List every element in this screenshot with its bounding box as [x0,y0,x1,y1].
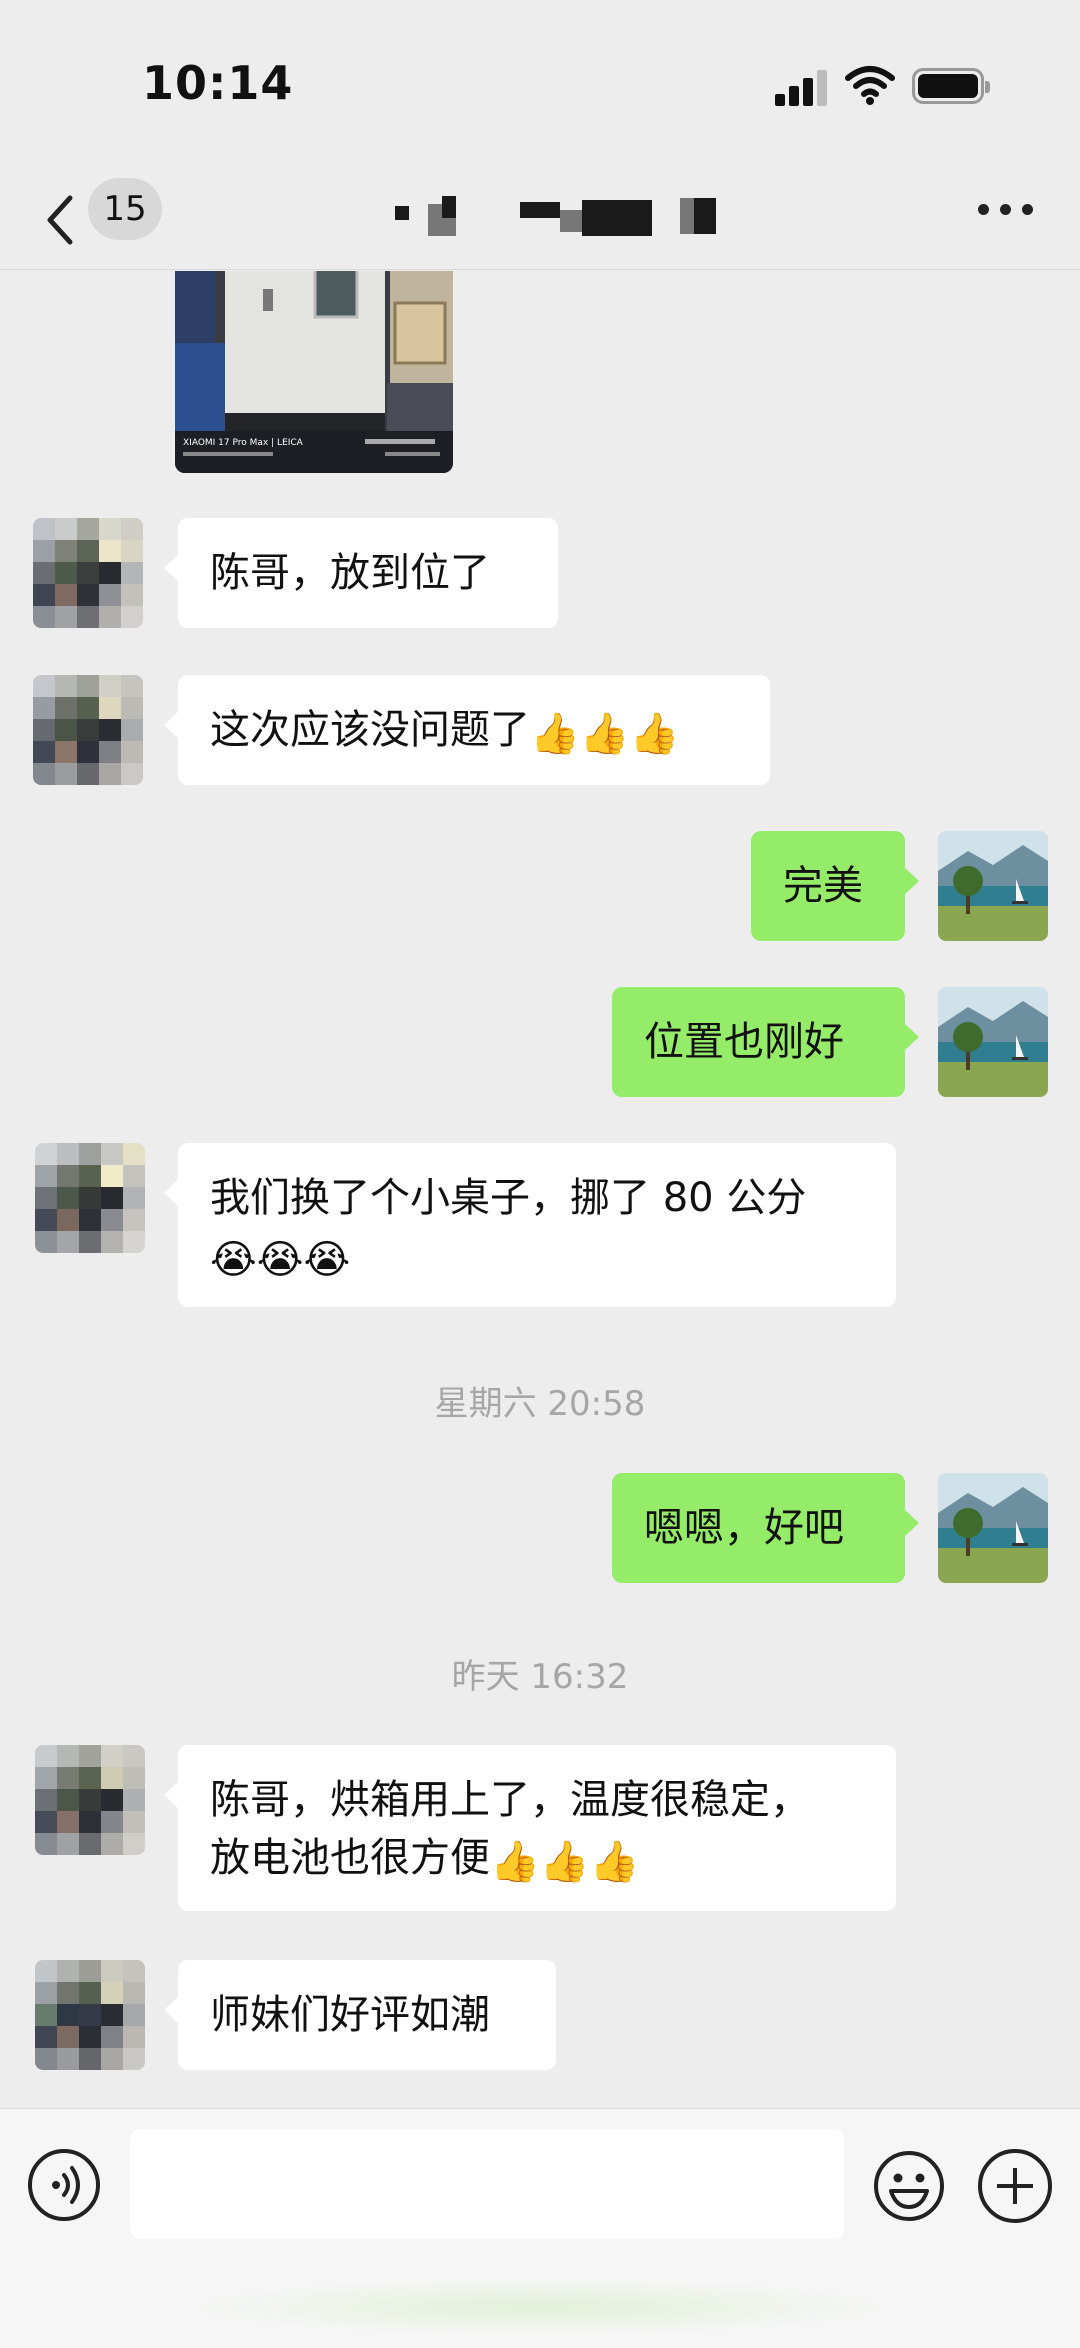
message-text: 师妹们好评如潮 [210,1992,490,2038]
message-text: 完美 [783,863,863,909]
message-text: 这次应该没问题了 [210,707,530,753]
incoming-message[interactable]: 我们换了个小桌子，挪了 80 公分 😭😭😭 [164,1143,896,1307]
contact-avatar[interactable] [35,1143,145,1253]
crying-face-emoji: 😭😭😭 [210,1237,351,1283]
my-avatar[interactable] [938,987,1048,1097]
contact-avatar[interactable] [35,1745,145,1855]
message-text: 我们换了个小桌子，挪了 80 公分 [210,1175,807,1221]
voice-icon[interactable] [28,2149,100,2221]
incoming-message[interactable]: 陈哥，放到位了 [164,518,558,628]
more-options-button[interactable] [978,200,1034,220]
incoming-message[interactable]: 陈哥，烘箱用上了，温度很稳定， 放电池也很方便👍👍👍 [164,1745,896,1911]
message-text: 陈哥，放到位了 [210,550,490,596]
thumbs-up-emoji: 👍👍👍 [490,1839,640,1885]
photo-oven: XIAOMI 17 Pro Max | LEICA [175,271,453,473]
outgoing-message[interactable]: 嗯嗯，好吧 [612,1473,919,1583]
chat-screen: 10:14 15 XIAOMI 17 Pro Max | LEICA 陈哥，放到… [0,0,1080,2348]
message-input[interactable] [130,2129,844,2239]
message-text: 位置也刚好 [644,1019,844,1065]
chevron-left-icon[interactable] [40,190,80,250]
cellular-signal-icon [775,70,829,106]
smiley-icon[interactable] [872,2149,946,2223]
incoming-message[interactable]: 这次应该没问题了👍👍👍 [164,675,770,785]
contact-avatar[interactable] [33,675,143,785]
message-text: 陈哥，烘箱用上了，温度很稳定， [210,1777,810,1823]
chat-title-redacted [390,196,730,236]
image-message[interactable]: XIAOMI 17 Pro Max | LEICA [175,271,453,473]
contact-avatar[interactable] [35,1960,145,2070]
image-watermark-text: XIAOMI 17 Pro Max | LEICA [183,438,304,448]
message-list[interactable]: XIAOMI 17 Pro Max | LEICA 陈哥，放到位了 这次应该没问… [0,271,1080,2108]
wifi-icon [845,66,895,105]
my-avatar[interactable] [938,1473,1048,1583]
input-bar [0,2108,1080,2348]
message-timestamp: 昨天 16:32 [451,1657,629,1697]
incoming-message[interactable]: 师妹们好评如潮 [164,1960,556,2070]
message-timestamp: 星期六 20:58 [434,1384,646,1424]
unread-count-badge[interactable]: 15 [88,178,162,240]
status-time: 10:14 [142,56,294,110]
status-bar: 10:14 [0,0,1080,170]
outgoing-message[interactable]: 位置也刚好 [612,987,919,1097]
battery-icon [912,68,990,104]
my-avatar[interactable] [938,831,1048,941]
contact-avatar[interactable] [33,518,143,628]
plus-icon[interactable] [978,2149,1052,2223]
home-indicator-area [180,2277,900,2337]
thumbs-up-emoji: 👍👍👍 [530,711,680,757]
message-text: 嗯嗯，好吧 [644,1505,844,1551]
outgoing-message[interactable]: 完美 [751,831,919,941]
message-text: 放电池也很方便 [210,1835,490,1881]
